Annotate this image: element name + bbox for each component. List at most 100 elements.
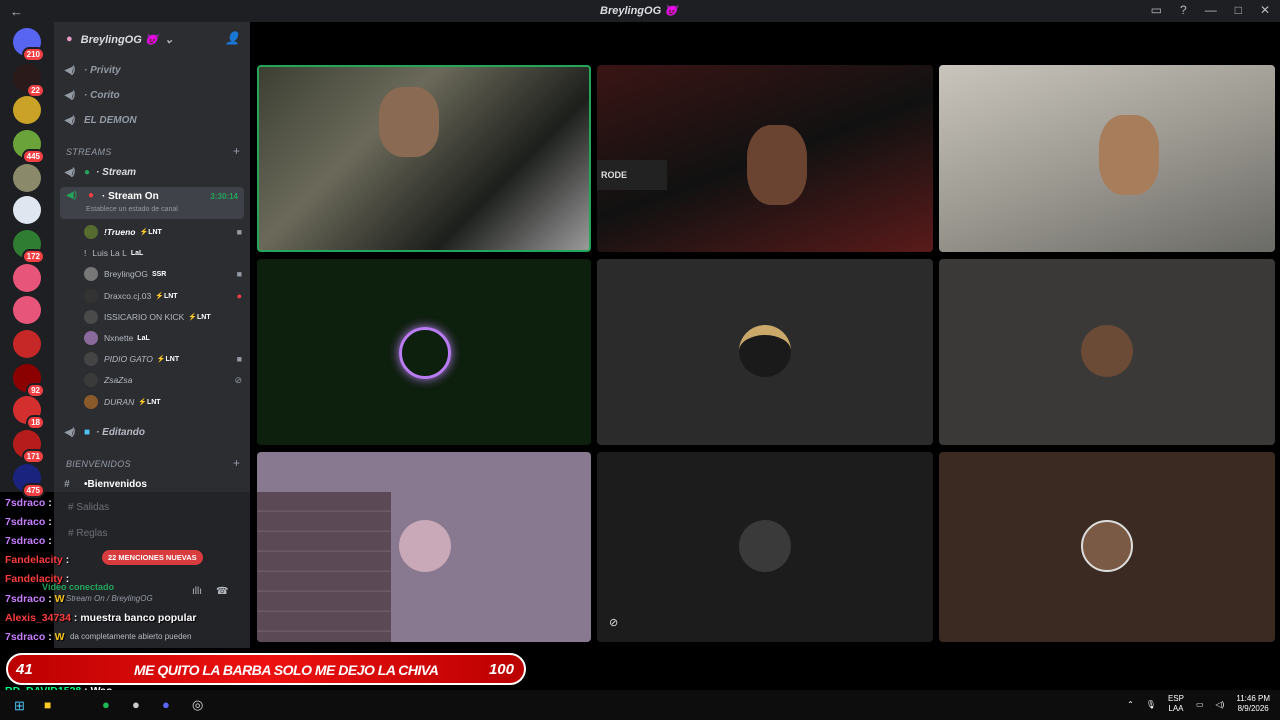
avatar xyxy=(399,520,451,572)
guild[interactable]: 445 xyxy=(13,130,45,164)
inbox-icon[interactable]: ▭ xyxy=(1151,3,1162,17)
guild[interactable]: 22 xyxy=(13,64,45,98)
windows-start-icon[interactable]: ⊞ xyxy=(14,698,25,714)
member-name: ZsaZsa xyxy=(104,375,133,385)
chat-message: 7sdraco : xyxy=(5,497,52,509)
chat-text: W xyxy=(54,631,65,643)
date: 8/9/2026 xyxy=(1237,704,1269,713)
nav-arrows[interactable]: ← xyxy=(10,4,50,19)
guild[interactable] xyxy=(13,264,41,292)
voice-channel[interactable]: ◀) · Corito xyxy=(64,85,120,105)
channel-name: •Bienvenidos xyxy=(84,478,147,490)
camera-icon: ■ xyxy=(236,354,242,364)
chevron-down-icon[interactable]: ⌄ xyxy=(165,33,174,46)
banner-message: ME QUITO LA BARBA SOLO ME DEJO LA CHIVA xyxy=(134,662,439,678)
active-voice-channel[interactable]: ◀) ● · Stream On 3:30:14 Establece un es… xyxy=(60,187,244,219)
category-streams[interactable]: STREAMS xyxy=(66,147,112,157)
guild[interactable] xyxy=(13,96,41,124)
back-button[interactable]: ← xyxy=(10,4,23,19)
home-guild[interactable]: 210 xyxy=(13,28,45,62)
avatar xyxy=(399,327,451,379)
category-bienvenidos[interactable]: BIENVENIDOS xyxy=(66,459,131,469)
voice-member[interactable]: DURAN ⚡LNT xyxy=(84,393,161,411)
voice-member[interactable]: ZsaZsa xyxy=(84,371,132,389)
avatar xyxy=(84,373,98,387)
chat-username: 7sdraco xyxy=(5,535,46,547)
invite-icon[interactable]: 👤 xyxy=(225,31,240,45)
guild[interactable] xyxy=(13,330,41,358)
voice-member[interactable]: Nxnette LaL xyxy=(84,329,150,347)
volume-icon[interactable]: ◁) xyxy=(1216,700,1225,709)
audio-tile[interactable] xyxy=(939,452,1275,642)
channel-status[interactable]: Establece un estado de canal xyxy=(86,206,178,213)
server-header[interactable]: ● BreylingOG 😈 ⌄ 👤 xyxy=(54,22,250,56)
chat-separator: : xyxy=(70,612,81,624)
badge: 171 xyxy=(21,449,45,464)
spotify-icon[interactable]: ● xyxy=(102,697,110,712)
channel-name: · Stream xyxy=(96,166,137,178)
chat-separator: : xyxy=(62,554,70,566)
guild[interactable]: 172 xyxy=(13,230,45,264)
video-tile[interactable] xyxy=(939,65,1275,252)
add-channel-icon[interactable]: + xyxy=(233,144,240,158)
voice-member[interactable]: PIDIO GATO ⚡LNT xyxy=(84,350,179,368)
video-tile-speaking[interactable] xyxy=(257,65,591,252)
avatar xyxy=(1081,520,1133,572)
maximize-button[interactable]: □ xyxy=(1235,3,1242,17)
voice-channel[interactable]: ◀) ■ · Editando xyxy=(64,422,145,442)
audio-tile[interactable]: ⊘ xyxy=(597,452,933,642)
guild[interactable] xyxy=(13,196,41,224)
chat-message: 7sdraco : W xyxy=(5,593,65,605)
guild[interactable] xyxy=(13,296,41,324)
chevron-up-icon[interactable]: ⌃ xyxy=(1127,700,1134,709)
minimize-button[interactable]: — xyxy=(1205,3,1217,17)
audio-tile[interactable] xyxy=(597,259,933,445)
voice-channel[interactable]: ◀) EL DEMON xyxy=(64,110,137,130)
chat-text: muestra banco popular xyxy=(80,612,197,624)
guild[interactable]: 18 xyxy=(13,396,45,430)
language: ESP xyxy=(1167,694,1184,703)
member-tag: SSR xyxy=(151,270,167,278)
audio-tile[interactable] xyxy=(257,259,591,445)
speaker-icon: ◀) xyxy=(64,114,76,126)
person-figure xyxy=(1099,115,1159,195)
goal-banner: 41 ME QUITO LA BARBA SOLO ME DEJO LA CHI… xyxy=(6,653,526,685)
audio-tile[interactable] xyxy=(257,452,591,642)
video-tile[interactable]: RODE xyxy=(597,65,933,252)
voice-member[interactable]: BreylingOG SSR xyxy=(84,265,166,283)
member-name: ISSICARIO ON KICK xyxy=(104,312,185,322)
chat-separator: : xyxy=(45,497,52,509)
language-indicator[interactable]: ESP LAA xyxy=(1168,694,1184,714)
voice-channel[interactable]: ◀) ● · Stream xyxy=(64,162,136,182)
close-button[interactable]: ✕ xyxy=(1260,3,1270,17)
red-dot-icon: ● xyxy=(88,190,95,201)
window-controls: ▭ ? — □ ✕ xyxy=(1151,3,1270,17)
voice-member[interactable]: Draxco.cj.03 ⚡LNT xyxy=(84,287,178,305)
channel-name: · Privity xyxy=(84,64,121,76)
chat-separator: : xyxy=(45,516,52,528)
voice-member[interactable]: ISSICARIO ON KICK ⚡LNT xyxy=(84,308,211,326)
network-icon[interactable]: ▭ xyxy=(1196,700,1204,709)
guild[interactable] xyxy=(13,164,41,192)
audio-tile[interactable] xyxy=(939,259,1275,445)
file-explorer-icon[interactable]: ■ xyxy=(44,698,51,712)
discord-icon[interactable]: ● xyxy=(162,697,170,712)
voice-member[interactable]: !Trueno ⚡LNT xyxy=(84,223,162,241)
voice-channel[interactable]: ◀) · Privity xyxy=(64,60,121,80)
help-icon[interactable]: ? xyxy=(1180,3,1187,17)
chat-separator: : xyxy=(45,593,55,605)
guild[interactable]: 92 xyxy=(13,364,45,398)
deafened-icon: ⊘ xyxy=(234,375,242,385)
obs-icon[interactable]: ◎ xyxy=(192,697,203,713)
clock[interactable]: 11:46 PM 8/9/2026 xyxy=(1236,694,1270,714)
microphone-icon[interactable]: 🎙 xyxy=(1146,700,1156,709)
chat-separator: : xyxy=(45,535,52,547)
guild[interactable]: 171 xyxy=(13,430,45,464)
text-channel[interactable]: # •Bienvenidos xyxy=(64,474,147,494)
add-channel-icon[interactable]: + xyxy=(233,456,240,470)
guild[interactable]: 475 xyxy=(13,464,45,498)
avatar xyxy=(84,289,98,303)
voice-member[interactable]: ! Luis La L LaL xyxy=(84,244,143,262)
steam-icon[interactable]: ● xyxy=(132,697,140,712)
banner-left-count: 41 xyxy=(16,661,33,678)
